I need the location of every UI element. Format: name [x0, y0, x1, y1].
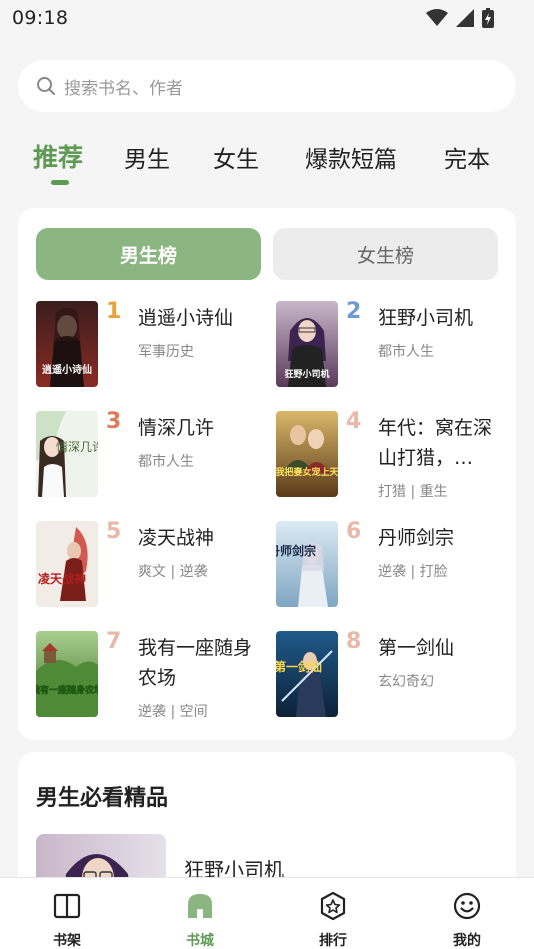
- svg-text:丹师剑宗: 丹师剑宗: [276, 543, 316, 558]
- ranking-item[interactable]: 第一剑仙 8 第一剑仙 玄幻奇幻: [276, 629, 506, 717]
- nav-label: 排行: [319, 933, 347, 949]
- status-time: 09:18: [12, 7, 69, 29]
- ranking-item[interactable]: 丹师剑宗 6 丹师剑宗 逆袭 | 打脸: [276, 519, 506, 607]
- rank-number: 1: [106, 299, 122, 324]
- book-cover: 凌天战神: [36, 521, 98, 607]
- book-title: 我有一座随身农场: [138, 637, 253, 689]
- battery-charging-icon: [482, 8, 494, 28]
- category-tabs: 推荐 男生 女生 爆款短篇 完本: [0, 140, 534, 190]
- ranking-item[interactable]: 凌天战神 5 凌天战神 爽文 | 逆袭: [36, 519, 266, 607]
- svg-text:我把妻女宠上天: 我把妻女宠上天: [276, 466, 338, 478]
- book-title: 凌天战神: [138, 527, 215, 549]
- book-tags: 逆袭 | 空间: [138, 704, 208, 720]
- status-bar: 09:18: [0, 0, 534, 36]
- signal-icon: [456, 9, 474, 27]
- svg-text:第一剑仙: 第一剑仙: [276, 659, 322, 674]
- book-cover: 我把妻女宠上天: [276, 411, 338, 497]
- nav-bookshelf[interactable]: 书架: [17, 878, 117, 949]
- tab-recommend[interactable]: 推荐: [33, 138, 83, 174]
- tab-completed[interactable]: 完本: [444, 140, 490, 174]
- smiley-icon: [453, 892, 481, 920]
- book-cover: 情深几许: [36, 411, 98, 497]
- book-title: 丹师剑宗: [378, 527, 455, 549]
- ranking-item[interactable]: 我把妻女宠上天 4 年代：窝在深山打猎，… 打猎 | 重生: [276, 409, 506, 500]
- book-tags: 军事历史: [138, 344, 194, 360]
- ranking-card: 男生榜 女生榜 逍遥小诗仙 1 逍遥小诗仙 军事历史 狂野小司机 2 狂野小司机…: [18, 208, 516, 740]
- book-cover: 狂野小司机: [276, 301, 338, 387]
- tab-hot-short[interactable]: 爆款短篇: [305, 140, 397, 174]
- search-icon: [37, 77, 55, 95]
- nav-profile[interactable]: 我的: [417, 878, 517, 949]
- rank-number: 4: [346, 409, 362, 434]
- book-cover: 丹师剑宗: [276, 521, 338, 607]
- section-title: 男生必看精品: [36, 786, 169, 811]
- svg-text:狂野小司机: 狂野小司机: [284, 368, 329, 380]
- book-tags: 都市人生: [378, 344, 434, 360]
- nav-label: 我的: [453, 933, 481, 949]
- active-tab-indicator: [51, 180, 69, 185]
- star-badge-icon: [320, 891, 346, 921]
- book-title: 年代：窝在深山打猎，…: [378, 417, 493, 469]
- male-ranking-button[interactable]: 男生榜: [36, 228, 261, 280]
- ranking-item[interactable]: 逍遥小诗仙 1 逍遥小诗仙 军事历史: [36, 299, 266, 387]
- book-title: 逍遥小诗仙: [138, 307, 234, 329]
- book-tags: 逆袭 | 打脸: [378, 564, 448, 580]
- book-cover: 第一剑仙: [276, 631, 338, 717]
- svg-text:情深几许: 情深几许: [56, 440, 98, 454]
- rank-number: 5: [106, 519, 122, 544]
- status-icons: [426, 8, 494, 28]
- nav-bookstore[interactable]: 书城: [150, 878, 250, 949]
- svg-text:我有一座随身农场: 我有一座随身农场: [36, 684, 98, 696]
- nav-label: 书架: [53, 933, 81, 949]
- nav-ranking[interactable]: 排行: [283, 878, 383, 949]
- search-placeholder: 搜索书名、作者: [64, 78, 183, 99]
- book-open-icon: [53, 893, 81, 919]
- book-cover: 我有一座随身农场: [36, 631, 98, 717]
- rank-number: 7: [106, 629, 122, 654]
- nav-label: 书城: [186, 933, 214, 949]
- bottom-navigation: 书架 书城 排行 我的: [0, 877, 534, 949]
- ranking-item[interactable]: 情深几许 3 情深几许 都市人生: [36, 409, 266, 497]
- wifi-icon: [426, 9, 448, 26]
- rank-number: 6: [346, 519, 362, 544]
- book-tags: 玄幻奇幻: [378, 674, 434, 690]
- book-tags: 都市人生: [138, 454, 194, 470]
- rank-number: 2: [346, 299, 362, 324]
- book-title: 狂野小司机: [378, 307, 474, 329]
- svg-text:逍遥小诗仙: 逍遥小诗仙: [42, 363, 92, 376]
- search-input[interactable]: 搜索书名、作者: [18, 60, 516, 112]
- book-tags: 打猎 | 重生: [378, 484, 448, 500]
- svg-text:凌天战神: 凌天战神: [38, 571, 86, 586]
- book-title: 第一剑仙: [378, 637, 455, 659]
- tab-female[interactable]: 女生: [213, 140, 259, 174]
- tab-male[interactable]: 男生: [124, 140, 170, 174]
- featured-section: 男生必看精品 狂野小司机: [18, 752, 516, 892]
- book-tags: 爽文 | 逆袭: [138, 564, 208, 580]
- ranking-item[interactable]: 狂野小司机 2 狂野小司机 都市人生: [276, 299, 506, 387]
- rank-number: 3: [106, 409, 122, 434]
- store-icon: [188, 894, 212, 918]
- book-cover: 逍遥小诗仙: [36, 301, 98, 387]
- ranking-item[interactable]: 我有一座随身农场 7 我有一座随身农场 逆袭 | 空间: [36, 629, 266, 720]
- female-ranking-button[interactable]: 女生榜: [273, 228, 498, 280]
- book-title: 情深几许: [138, 417, 215, 439]
- rank-number: 8: [346, 629, 362, 654]
